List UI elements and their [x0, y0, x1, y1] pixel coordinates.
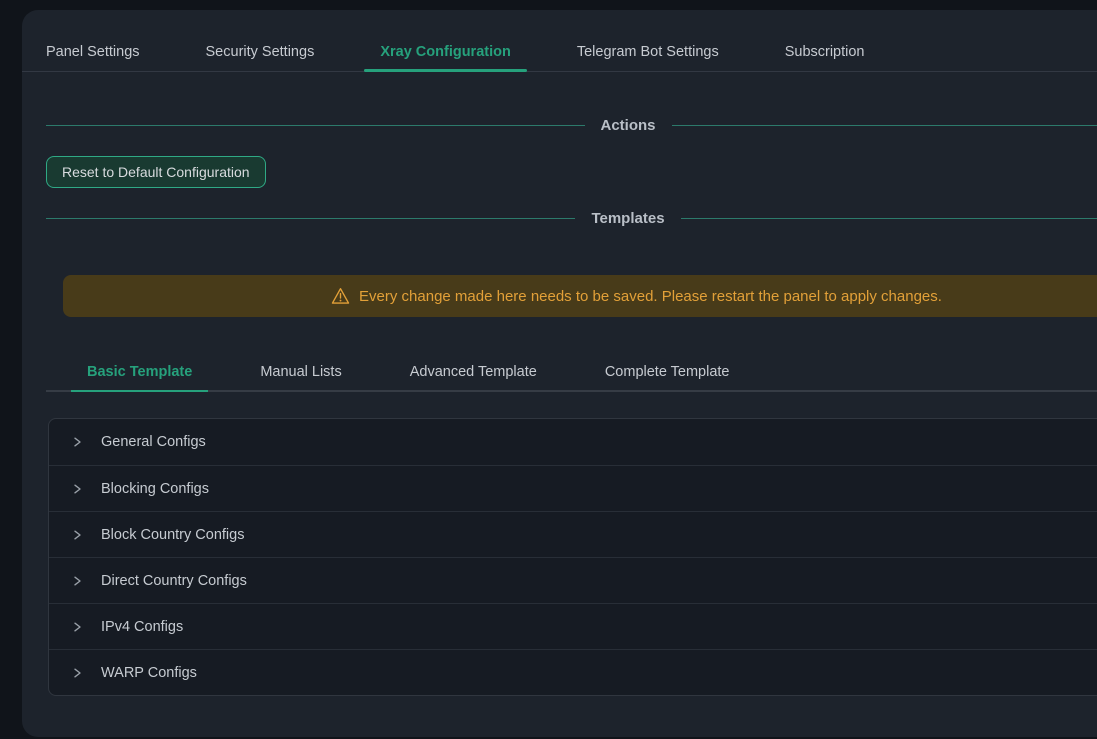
- actions-section-title: Actions: [585, 117, 672, 134]
- tab-telegram-bot-settings[interactable]: Telegram Bot Settings: [561, 10, 735, 71]
- settings-tab-bar: Panel Settings Security Settings Xray Co…: [22, 10, 1097, 72]
- tab-subscription[interactable]: Subscription: [769, 10, 881, 71]
- accordion-item-blocking-configs[interactable]: Blocking Configs: [49, 465, 1097, 511]
- accordion-item-direct-country-configs[interactable]: Direct Country Configs: [49, 557, 1097, 603]
- tab-content: Actions Reset to Default Configuration T…: [22, 117, 1097, 696]
- accordion-item-label: IPv4 Configs: [101, 619, 183, 635]
- chevron-right-icon: [71, 483, 83, 495]
- accordion-item-label: WARP Configs: [101, 665, 197, 681]
- chevron-right-icon: [71, 529, 83, 541]
- tab-xray-configuration[interactable]: Xray Configuration: [364, 10, 527, 71]
- accordion-item-warp-configs[interactable]: WARP Configs: [49, 649, 1097, 695]
- templates-section-title: Templates: [575, 210, 680, 227]
- templates-section-divider: Templates: [46, 210, 1097, 227]
- accordion-item-block-country-configs[interactable]: Block Country Configs: [49, 511, 1097, 557]
- chevron-right-icon: [71, 575, 83, 587]
- template-tab-bar: Basic Template Manual Lists Advanced Tem…: [46, 354, 1097, 392]
- tab-manual-lists[interactable]: Manual Lists: [244, 354, 357, 390]
- accordion-item-label: Blocking Configs: [101, 481, 209, 497]
- accordion-item-label: General Configs: [101, 434, 206, 450]
- warning-alert-text: Every change made here needs to be saved…: [359, 288, 942, 305]
- warning-triangle-icon: [331, 287, 350, 305]
- accordion-item-general-configs[interactable]: General Configs: [49, 419, 1097, 465]
- tab-security-settings[interactable]: Security Settings: [190, 10, 331, 71]
- accordion-item-label: Direct Country Configs: [101, 573, 247, 589]
- chevron-right-icon: [71, 667, 83, 679]
- warning-alert: Every change made here needs to be saved…: [63, 275, 1097, 317]
- chevron-right-icon: [71, 621, 83, 633]
- tab-advanced-template[interactable]: Advanced Template: [394, 354, 553, 390]
- actions-section-divider: Actions: [46, 117, 1097, 134]
- accordion-item-label: Block Country Configs: [101, 527, 244, 543]
- config-accordion: General Configs Blocking Configs Block C…: [48, 418, 1097, 696]
- tab-basic-template[interactable]: Basic Template: [71, 354, 208, 390]
- reset-to-default-button[interactable]: Reset to Default Configuration: [46, 156, 266, 188]
- xray-configuration-panel: Panel Settings Security Settings Xray Co…: [22, 10, 1097, 737]
- chevron-right-icon: [71, 436, 83, 448]
- tab-panel-settings[interactable]: Panel Settings: [46, 10, 156, 71]
- accordion-item-ipv4-configs[interactable]: IPv4 Configs: [49, 603, 1097, 649]
- tab-complete-template[interactable]: Complete Template: [589, 354, 746, 390]
